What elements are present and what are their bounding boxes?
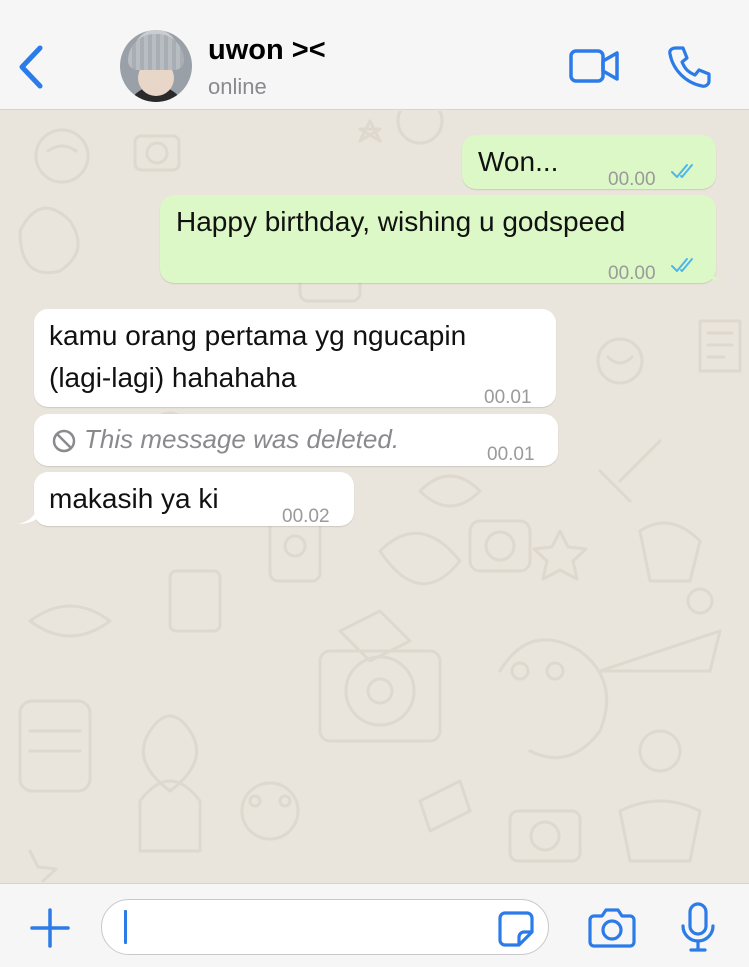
message-bubble-outgoing[interactable]: Happy birthday, wishing u godspeed 00.00 (160, 195, 716, 284)
sticker-button[interactable] (497, 910, 535, 948)
message-text: Won... (478, 146, 559, 177)
contact-avatar[interactable] (120, 30, 192, 102)
message-time: 00.01 (487, 444, 535, 465)
contact-status: online (208, 74, 267, 99)
deleted-message-text: This message was deleted. (84, 424, 400, 454)
video-call-button[interactable] (568, 46, 620, 86)
back-button[interactable] (12, 42, 52, 92)
message-time: 00.00 (608, 263, 656, 284)
double-check-icon (671, 258, 693, 272)
message-bubble-deleted[interactable]: This message was deleted. 00.01 (34, 414, 558, 466)
message-bubble-outgoing[interactable]: Won... 00.00 (462, 135, 716, 190)
chat-header: uwon >< online (0, 0, 749, 110)
microphone-icon (681, 902, 715, 952)
plus-icon (30, 908, 70, 948)
message-bubble-incoming[interactable]: kamu orang pertama yg ngucapin (lagi-lag… (34, 309, 556, 408)
message-input[interactable] (101, 899, 549, 955)
voice-call-button[interactable] (666, 44, 712, 90)
chevron-left-icon (19, 45, 43, 89)
text-caret (124, 910, 127, 944)
chat-area[interactable]: Won... 00.00 Happy birthday, wishing u g… (0, 111, 749, 883)
message-time: 00.02 (282, 506, 330, 527)
message-bubble-incoming[interactable]: makasih ya ki 00.02 (34, 472, 354, 527)
contact-name[interactable]: uwon >< (208, 34, 326, 67)
phone-icon (668, 46, 711, 88)
message-text: Happy birthday, wishing u godspeed (176, 206, 626, 237)
sticker-icon (498, 911, 534, 947)
message-composer (0, 883, 749, 967)
message-text: makasih ya ki (49, 483, 219, 514)
bubble-tail (18, 504, 38, 524)
block-icon (52, 429, 76, 453)
camera-icon (588, 908, 636, 948)
message-text-line: kamu orang pertama yg ngucapin (49, 320, 467, 351)
camera-button[interactable] (588, 906, 636, 948)
microphone-button[interactable] (680, 902, 716, 954)
message-text-line: (lagi-lagi) hahahaha (49, 362, 297, 393)
message-time: 00.01 (484, 387, 532, 408)
video-camera-icon (569, 49, 619, 83)
double-check-icon (671, 164, 693, 178)
bubble-tail (706, 261, 724, 281)
attach-button[interactable] (28, 906, 72, 950)
